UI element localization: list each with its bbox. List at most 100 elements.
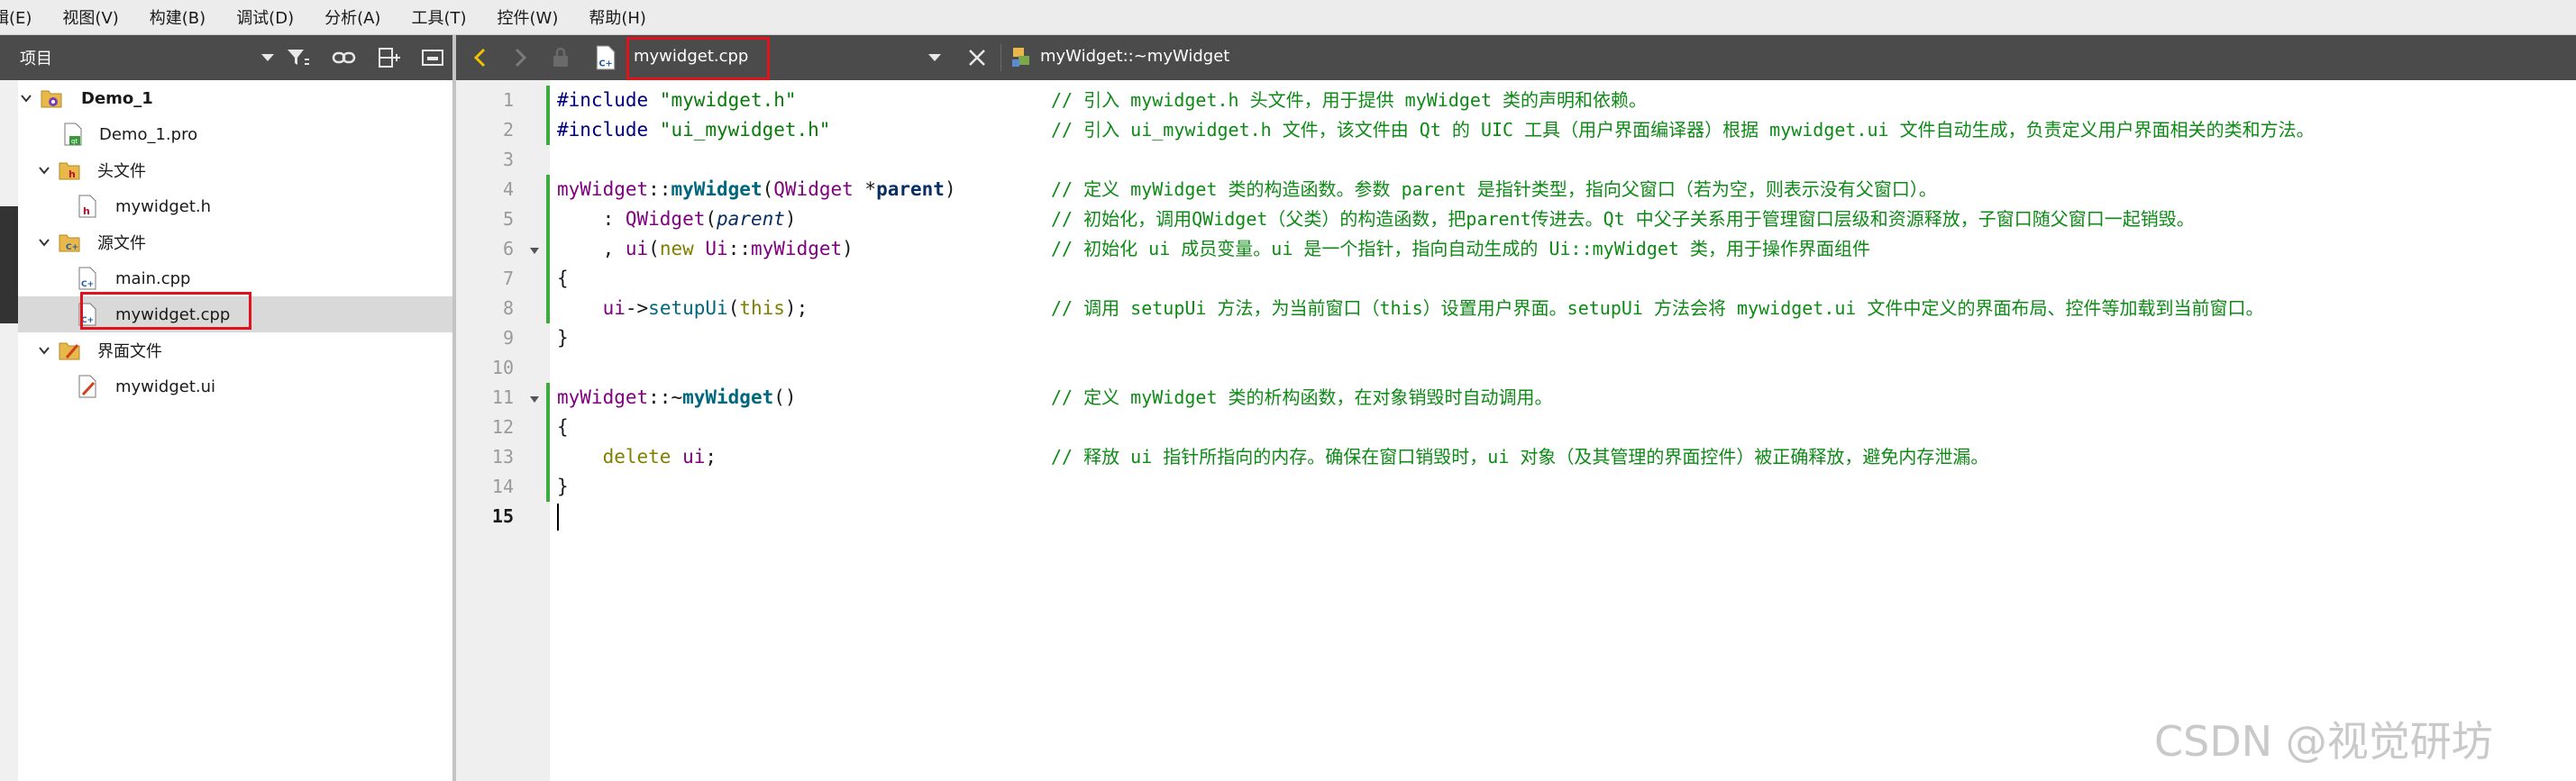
code-line: #include "ui_mywidget.h" bbox=[557, 119, 831, 141]
line-number: 6 bbox=[502, 238, 514, 259]
ui-file-icon bbox=[78, 375, 96, 398]
menu-build[interactable]: 构建(B) bbox=[150, 5, 206, 29]
line-number: 15 bbox=[491, 505, 514, 527]
menu-widgets[interactable]: 控件(W) bbox=[498, 5, 559, 29]
qt-project-icon bbox=[41, 90, 62, 108]
code-comment: // 释放 ui 指针所指向的内存。确保在窗口销毁时，ui 对象（及其管理的界面… bbox=[1051, 446, 1989, 468]
forward-arrow-icon[interactable] bbox=[508, 46, 532, 69]
split-icon[interactable] bbox=[377, 46, 402, 69]
text-cursor bbox=[557, 504, 559, 531]
tree-item-label: 头文件 bbox=[97, 162, 146, 181]
tree-item-label: 界面文件 bbox=[97, 342, 162, 361]
highlight-box bbox=[80, 292, 251, 330]
source-folder-icon: C+ bbox=[59, 234, 80, 252]
tree-item-forms-folder[interactable]: 界面文件 bbox=[18, 332, 452, 368]
chevron-down-icon bbox=[39, 347, 50, 355]
code-line: : QWidget(parent) bbox=[557, 208, 797, 230]
change-marker bbox=[546, 294, 550, 323]
change-marker bbox=[546, 383, 550, 502]
change-marker bbox=[546, 86, 550, 145]
code-line: } bbox=[557, 476, 569, 497]
mode-strip-mark bbox=[0, 206, 18, 323]
line-number: 3 bbox=[502, 149, 514, 170]
fold-marker-icon[interactable] bbox=[530, 396, 539, 403]
sidebar-toolbar: 项目 bbox=[0, 35, 452, 80]
chevron-down-icon[interactable] bbox=[928, 54, 941, 61]
editor-toolbar: C+ mywidget.cpp myWidget::~myWidget bbox=[456, 35, 2576, 80]
code-editor[interactable]: 1 2 3 4 5 6 7 8 9 10 11 12 13 14 15 #inc… bbox=[456, 80, 2576, 781]
line-number: 5 bbox=[502, 208, 514, 230]
svg-text:qt: qt bbox=[71, 138, 78, 145]
highlight-box bbox=[626, 37, 770, 80]
code-line: delete ui; bbox=[602, 446, 717, 468]
line-number: 1 bbox=[502, 89, 514, 111]
svg-text:h: h bbox=[69, 168, 76, 180]
watermark: CSDN @视觉研坊 bbox=[2154, 717, 2493, 766]
line-number: 2 bbox=[502, 119, 514, 141]
header-file-icon: h bbox=[78, 195, 96, 218]
tree-item-label: main.cpp bbox=[115, 268, 191, 288]
line-number: 7 bbox=[502, 268, 514, 289]
svg-text:h: h bbox=[83, 205, 90, 217]
close-pane-icon[interactable] bbox=[420, 46, 445, 69]
project-view-label: 项目 bbox=[20, 50, 52, 68]
menu-help[interactable]: 帮助(H) bbox=[589, 5, 646, 29]
code-line: , ui(new Ui::myWidget) bbox=[557, 238, 854, 259]
header-folder-icon: h bbox=[59, 162, 80, 180]
tree-item-label: mywidget.ui bbox=[115, 377, 216, 396]
line-number: 9 bbox=[502, 327, 514, 349]
lock-icon bbox=[553, 47, 568, 67]
forms-folder-icon bbox=[59, 342, 80, 360]
menu-debug[interactable]: 调试(D) bbox=[236, 5, 294, 29]
line-number: 10 bbox=[491, 357, 514, 378]
project-tree: Demo_1 qt Demo_1.pro h 头文件 h mywidget.h … bbox=[18, 80, 452, 781]
tree-item-label: 源文件 bbox=[97, 234, 146, 253]
project-view-select[interactable]: 项目 bbox=[20, 44, 274, 71]
tree-item-label: Demo_1.pro bbox=[99, 124, 198, 144]
filter-icon[interactable] bbox=[285, 46, 310, 69]
code-comment: // 引入 mywidget.h 头文件，用于提供 myWidget 类的声明和… bbox=[1051, 89, 1648, 111]
tree-item-project[interactable]: Demo_1 bbox=[18, 80, 452, 116]
mode-strip bbox=[0, 80, 18, 781]
tree-item-ui-file[interactable]: mywidget.ui bbox=[18, 368, 452, 404]
tree-item-main-cpp[interactable]: C+ main.cpp bbox=[18, 260, 452, 296]
line-number: 11 bbox=[491, 386, 514, 408]
code-line: { bbox=[557, 268, 569, 289]
back-arrow-icon[interactable] bbox=[469, 46, 492, 69]
tree-item-header-file[interactable]: h mywidget.h bbox=[18, 188, 452, 224]
menu-tools[interactable]: 工具(T) bbox=[411, 5, 466, 29]
change-marker bbox=[546, 175, 550, 294]
line-number: 14 bbox=[491, 476, 514, 497]
close-icon[interactable] bbox=[964, 44, 991, 71]
tree-item-pro-file[interactable]: qt Demo_1.pro bbox=[18, 116, 452, 152]
symbol-icon bbox=[1012, 48, 1029, 67]
tree-item-sources-folder[interactable]: C+ 源文件 bbox=[18, 224, 452, 260]
link-icon[interactable] bbox=[332, 46, 357, 69]
line-number: 13 bbox=[491, 446, 514, 468]
tree-item-label: Demo_1 bbox=[81, 88, 153, 108]
code-line: #include "mywidget.h" bbox=[557, 89, 797, 111]
menu-view[interactable]: 视图(V) bbox=[62, 5, 118, 29]
menu-edit[interactable]: 辑(E) bbox=[0, 5, 32, 29]
svg-text:C+: C+ bbox=[81, 280, 94, 289]
fold-marker-icon[interactable] bbox=[530, 248, 539, 254]
menubar: 辑(E) 视图(V) 构建(B) 调试(D) 分析(A) 工具(T) 控件(W)… bbox=[0, 0, 2576, 35]
line-number-gutter: 1 2 3 4 5 6 7 8 9 10 11 12 13 14 15 bbox=[456, 80, 550, 781]
cpp-file-icon: C+ bbox=[596, 45, 616, 70]
line-number: 4 bbox=[502, 178, 514, 200]
chevron-down-icon bbox=[39, 239, 50, 247]
code-comment: // 定义 myWidget 类的构造函数。参数 parent 是指针类型，指向… bbox=[1051, 178, 1937, 200]
tree-item-headers-folder[interactable]: h 头文件 bbox=[18, 152, 452, 188]
chevron-down-icon bbox=[39, 167, 50, 175]
tree-item-label: mywidget.h bbox=[115, 196, 212, 216]
code-line: myWidget::myWidget(QWidget *parent) bbox=[557, 178, 956, 200]
code-line: ui->setupUi(this); bbox=[602, 297, 808, 319]
current-symbol[interactable]: myWidget::~myWidget bbox=[1040, 47, 1229, 66]
pro-file-icon: qt bbox=[64, 123, 82, 146]
menu-analyze[interactable]: 分析(A) bbox=[324, 5, 380, 29]
code-comment: // 定义 myWidget 类的析构函数，在对象销毁时自动调用。 bbox=[1051, 386, 1553, 408]
toolbar-separator bbox=[1000, 44, 1001, 71]
code-comment: // 调用 setupUi 方法，为当前窗口（this）设置用户界面。setup… bbox=[1051, 297, 2264, 319]
code-line: } bbox=[557, 327, 569, 349]
code-comment: // 初始化 ui 成员变量。ui 是一个指针，指向自动生成的 Ui::myWi… bbox=[1051, 238, 1870, 259]
